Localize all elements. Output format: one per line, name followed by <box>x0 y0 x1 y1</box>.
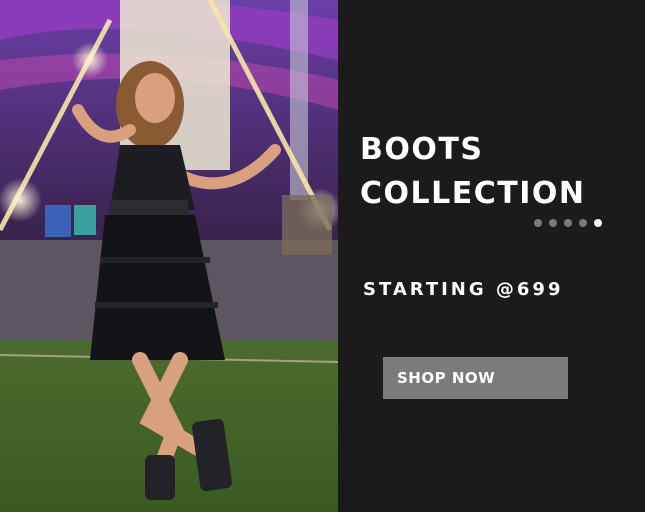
carousel-indicator <box>534 219 602 227</box>
starting-price: STARTING @699 <box>363 279 564 300</box>
carousel-dot-5[interactable] <box>594 219 602 227</box>
carousel-dot-1[interactable] <box>534 219 542 227</box>
carousel-dot-4[interactable] <box>579 219 587 227</box>
carousel-dot-2[interactable] <box>549 219 557 227</box>
promo-panel: BOOTS COLLECTION STARTING @699 SHOP NOW <box>338 0 645 512</box>
shop-now-button[interactable]: SHOP NOW <box>383 357 568 399</box>
model-photo <box>0 0 338 512</box>
heading-line-1: BOOTS <box>360 132 484 167</box>
promo-banner: BOOTS COLLECTION STARTING @699 SHOP NOW <box>0 0 645 512</box>
carousel-dot-3[interactable] <box>564 219 572 227</box>
heading-line-2: COLLECTION <box>360 176 586 211</box>
collection-heading: BOOTS COLLECTION <box>360 128 586 216</box>
